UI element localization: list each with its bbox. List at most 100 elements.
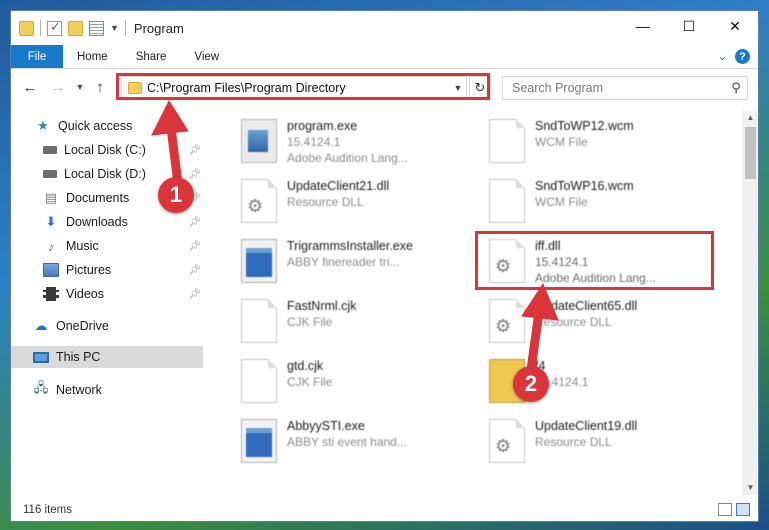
pictures-icon [43,263,59,277]
divider [40,20,41,36]
sidebar-item-label: OneDrive [56,319,109,333]
window-controls: — ☐ ✕ [620,11,758,41]
file-name: SndToWP12.wcm [535,119,634,133]
help-icon[interactable]: ? [735,49,750,64]
videos-icon [43,287,59,301]
file-type: CJK File [287,375,333,389]
tab-home[interactable]: Home [63,45,122,68]
sidebar-item-label: Downloads [66,215,128,229]
file-name: SndToWP16.wcm [535,179,634,193]
status-bar: 116 items [11,499,758,521]
sidebar-item-quick-access[interactable]: ★ Quick access [11,115,203,137]
sidebar-item-label: Quick access [58,119,133,133]
network-icon: 🖧︎ [33,380,49,395]
dll-gear-icon [489,419,525,463]
sidebar-item-label: Videos [66,287,104,301]
sidebar-item-label: Network [56,383,102,397]
sidebar-item-local-disk-c[interactable]: Local Disk (C:) 📌︎ [11,139,203,161]
window-exe-icon [241,239,277,283]
pin-icon[interactable]: 📌︎ [188,145,201,156]
sidebar-item-pictures[interactable]: Pictures 📌︎ [11,259,203,281]
pin-icon[interactable]: 📌︎ [188,169,201,180]
document-icon [489,179,525,223]
pin-icon[interactable]: 📌︎ [188,265,201,276]
sidebar-item-videos[interactable]: Videos 📌︎ [11,283,203,305]
details-view-icon[interactable] [718,503,732,516]
sidebar-item-this-pc[interactable]: This PC [11,346,203,368]
disk-icon [43,146,57,154]
pin-icon[interactable]: 📌︎ [188,241,201,252]
document-icon [489,119,525,163]
search-input[interactable] [512,81,725,95]
divider [124,20,126,36]
file-name: UpdateClient21.dll [287,179,390,193]
computer-icon [33,351,49,363]
file-item[interactable]: TrigrammsInstaller.exe ABBY finereader tr… [235,235,475,289]
ribbon-tabs: File Home Share View ⌄ ? [11,45,758,69]
qat-dropdown-icon[interactable]: ▼ [110,23,119,33]
sidebar-item-onedrive[interactable]: ☁ OneDrive [11,315,203,337]
file-item[interactable]: gtd.cjk CJK File [235,355,475,409]
tab-file[interactable]: File [11,45,63,68]
window-title: Program [133,20,184,36]
exe-icon [241,119,277,163]
sidebar-item-label: This PC [56,350,101,364]
vertical-scrollbar[interactable]: ▲ ▼ [742,111,758,495]
step-2-badge: 2 [513,366,549,402]
cloud-icon: ☁ [34,318,48,333]
scroll-up-icon[interactable]: ▲ [742,111,758,125]
file-name: TrigrammsInstaller.exe [287,239,413,253]
document-icon [241,359,277,403]
sidebar-item-label: Music [66,239,99,253]
tab-view[interactable]: View [180,45,233,68]
file-item[interactable]: AbbyySTI.exe ABBY sti event hand... [235,415,475,469]
chevron-down-icon[interactable]: ⌄ [718,50,727,63]
document-icon [241,299,277,343]
folder-icon [19,20,34,36]
search-box[interactable]: ⚲ [502,76,748,100]
sidebar-item-label: Local Disk (C:) [64,143,146,157]
close-button[interactable]: ✕ [712,11,758,41]
new-folder-icon[interactable] [68,20,83,36]
sidebar-item-music[interactable]: ♪ Music 📌︎ [11,235,203,257]
minimize-button[interactable]: — [620,11,666,41]
maximize-button[interactable]: ☐ [666,11,712,41]
navigation-pane: ★ Quick access Local Disk (C:) 📌︎ Local … [11,111,205,495]
file-name: UpdateClient19.dll [535,419,638,433]
file-type: CJK File [287,315,333,329]
tiles-view-icon[interactable] [736,503,750,516]
properties-check-icon[interactable] [47,19,62,36]
scroll-thumb[interactable] [745,127,756,179]
dll-gear-icon [489,299,525,343]
download-icon: ⬇ [45,214,57,229]
disk-icon [43,170,57,178]
file-item[interactable]: SndToWP12.wcm WCM File [483,115,723,169]
file-item[interactable]: UpdateClient21.dll Resource DLL [235,175,475,229]
documents-icon: ▤ [44,190,58,205]
file-description: ABBY finereader tri... [287,255,400,269]
up-arrow-icon[interactable]: ↑ [89,79,111,96]
tab-share[interactable]: Share [122,45,181,68]
search-icon[interactable]: ⚲ [725,80,747,96]
recent-dropdown-icon[interactable]: ▼ [73,82,87,92]
item-count: 116 items [23,504,73,516]
star-icon: ★ [37,118,49,133]
pin-icon[interactable]: 📌︎ [188,217,201,228]
properties-icon[interactable] [89,20,104,36]
file-item[interactable]: FastNrml.cjk CJK File [235,295,475,349]
sidebar-item-label: Local Disk (D:) [64,167,146,181]
file-name: program.exe [287,119,358,133]
back-arrow-icon[interactable]: ← [19,79,41,96]
step-1-badge: 1 [158,177,194,213]
sidebar-item-downloads[interactable]: ⬇ Downloads 📌︎ [11,211,203,233]
pin-icon[interactable]: 📌︎ [188,289,201,300]
file-item[interactable]: program.exe 15.4124.1 Adobe Audition Lang.… [235,115,475,169]
file-item[interactable]: UpdateClient65.dll Resource DLL [483,295,723,349]
dll-gear-icon [241,179,277,223]
scroll-down-icon[interactable]: ▼ [742,481,758,495]
file-item[interactable]: SndToWP16.wcm WCM File [483,175,723,229]
file-list: program.exe 15.4124.1 Adobe Audition Lang.… [211,111,741,495]
file-item[interactable]: UpdateClient19.dll Resource DLL [483,415,723,469]
forward-arrow-icon[interactable]: → [47,79,69,96]
sidebar-item-network[interactable]: 🖧︎ Network [11,379,203,401]
